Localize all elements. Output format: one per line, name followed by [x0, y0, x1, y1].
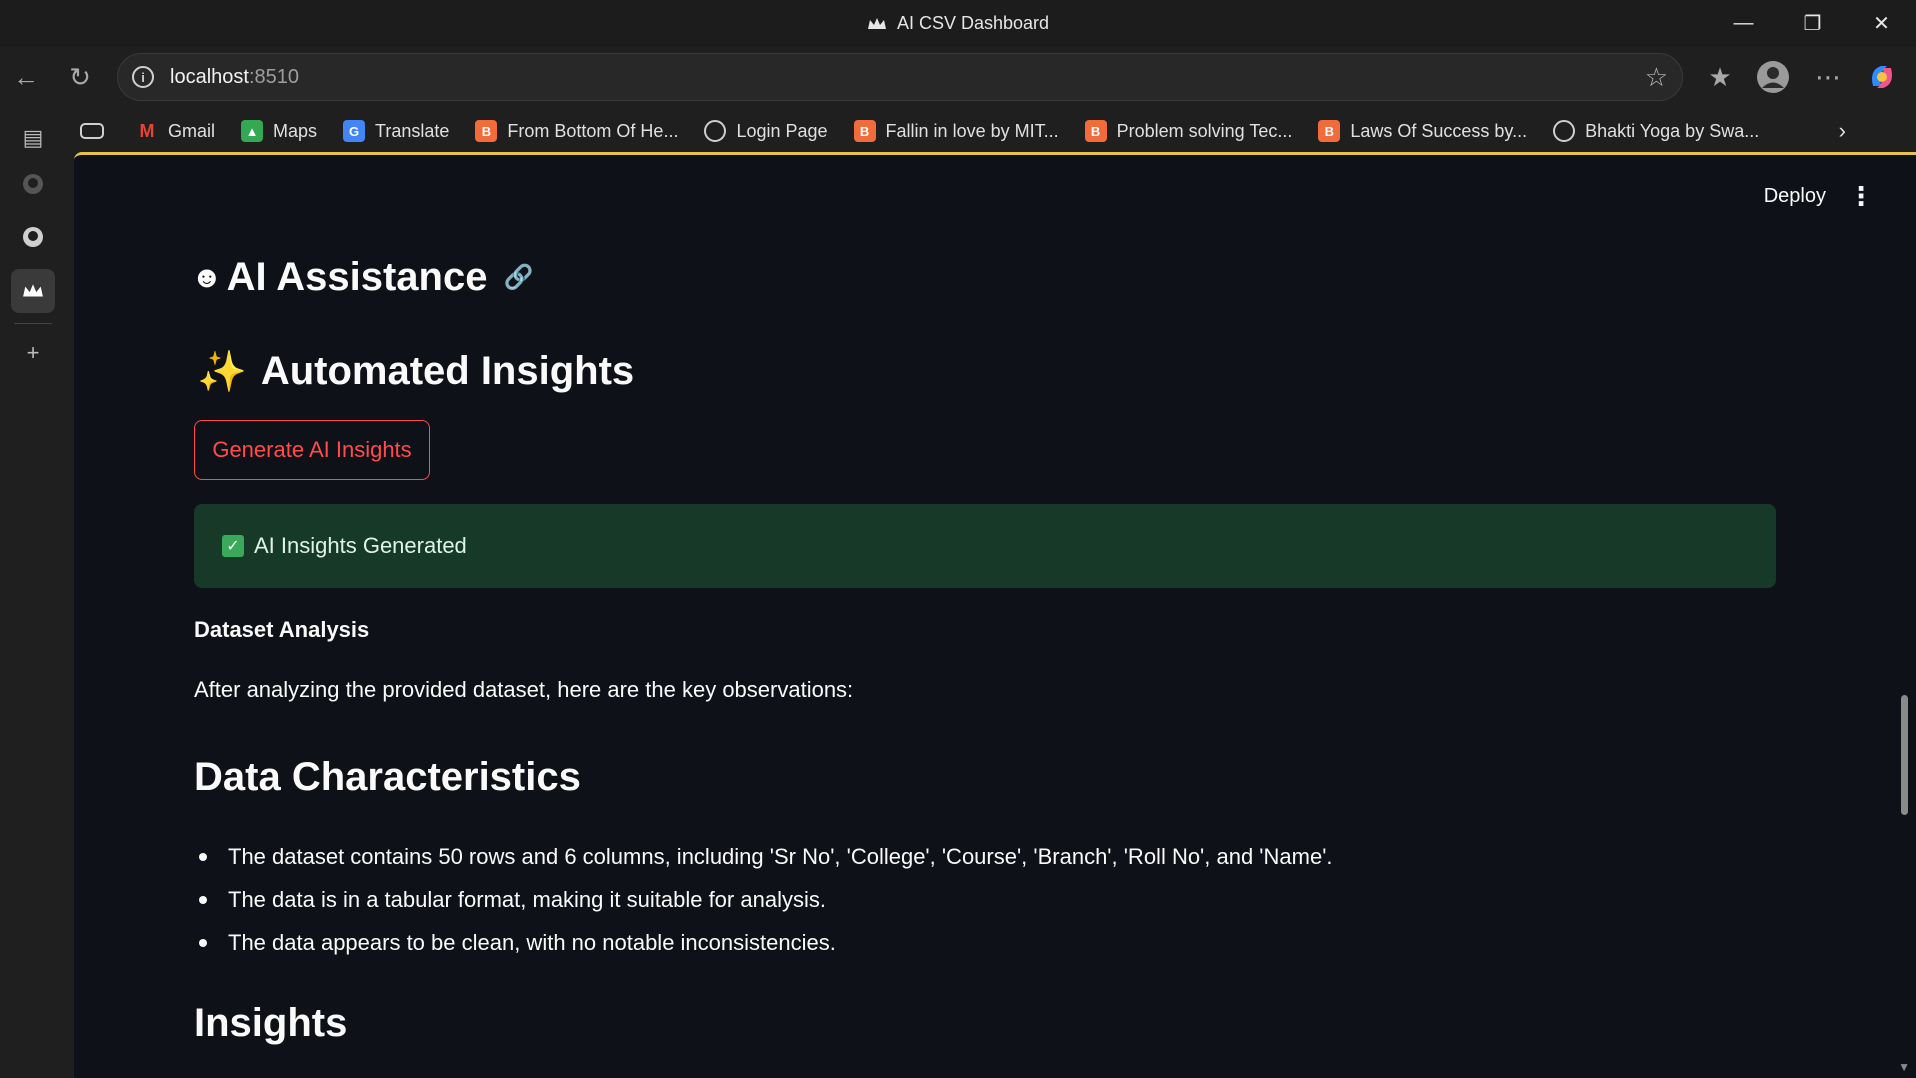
- gmail-icon: M: [139, 120, 155, 141]
- new-tab-icon[interactable]: +: [11, 331, 55, 375]
- data-characteristics-heading: Data Characteristics: [194, 755, 581, 799]
- main-menu-icon[interactable]: ⋮: [1848, 181, 1874, 212]
- deploy-button[interactable]: Deploy: [1764, 185, 1826, 208]
- favorites-icon[interactable]: ★: [1702, 59, 1738, 95]
- blog-icon: B: [1084, 120, 1107, 142]
- favorite-star-icon[interactable]: ☆: [1645, 62, 1668, 93]
- blog-icon: B: [475, 120, 498, 142]
- maps-icon: ▲: [241, 120, 264, 142]
- refresh-icon[interactable]: ↻: [62, 59, 98, 95]
- restore-button[interactable]: ❐: [1778, 0, 1847, 47]
- dataset-analysis-title: Dataset Analysis: [194, 617, 370, 642]
- address-bar[interactable]: i localhost :8510 ☆: [117, 53, 1683, 101]
- bookmark-translate[interactable]: G Translate: [343, 120, 449, 142]
- vertical-tab-strip: ▤ +: [0, 107, 70, 1078]
- copilot-icon[interactable]: [1864, 59, 1900, 95]
- scroll-down-arrow-icon[interactable]: ▼: [1898, 1060, 1910, 1074]
- minimize-button[interactable]: —: [1709, 0, 1778, 47]
- bookmark-problem-solving[interactable]: B Problem solving Tec...: [1084, 120, 1292, 142]
- github-tab-icon-2[interactable]: [11, 215, 55, 259]
- vertical-scrollbar[interactable]: [1901, 695, 1908, 815]
- browser-toolbar: ← ↻ i localhost :8510 ☆ ★ ⋯: [0, 47, 1916, 107]
- list-item: The dataset contains 50 rows and 6 colum…: [199, 835, 1333, 878]
- url-host: localhost: [170, 65, 249, 88]
- intro-text: After analyzing the provided dataset, he…: [194, 677, 854, 702]
- sparkles-icon: ✨: [197, 350, 247, 394]
- data-characteristics-list: The dataset contains 50 rows and 6 colum…: [199, 835, 1333, 964]
- bookmark-login-page[interactable]: Login Page: [704, 120, 828, 142]
- bookmark-maps[interactable]: ▲ Maps: [241, 120, 317, 142]
- check-mark-icon: ✓: [222, 535, 244, 557]
- window-title-text: AI CSV Dashboard: [896, 13, 1050, 33]
- more-options-icon[interactable]: ⋯: [1810, 59, 1846, 95]
- globe-icon: [1553, 120, 1576, 142]
- bookmark-fallin-in-love[interactable]: B Fallin in love by MIT...: [853, 120, 1059, 142]
- window-titlebar: AI CSV Dashboard — ❐ ✕: [0, 0, 1916, 47]
- streamlit-crown-icon: [867, 17, 886, 29]
- success-alert: ✓ AI Insights Generated: [194, 504, 1776, 588]
- back-icon[interactable]: ←: [8, 59, 44, 95]
- bookmarks-bar: M Gmail ▲ Maps G Translate B From Bottom…: [80, 107, 1916, 155]
- tab-actions-icon[interactable]: ▤: [11, 116, 55, 160]
- github-tab-icon[interactable]: [11, 162, 55, 206]
- success-message: AI Insights Generated: [254, 533, 467, 558]
- list-item: The data is in a tabular format, making …: [199, 878, 1333, 921]
- blog-icon: B: [1318, 120, 1341, 142]
- url-port: :8510: [248, 65, 299, 88]
- streamlit-tab-icon[interactable]: [11, 269, 55, 313]
- bookmarks-overflow-chevron-icon[interactable]: ›: [1839, 118, 1846, 144]
- bookmark-gmail[interactable]: M Gmail: [136, 120, 216, 142]
- list-item: The data appears to be clean, with no no…: [199, 921, 1333, 964]
- translate-icon: G: [343, 120, 366, 142]
- window-title: AI CSV Dashboard: [867, 13, 1049, 34]
- app-viewport: Deploy ⋮ ☻ AI Assistance 🔗 ✨ Automated I…: [74, 152, 1916, 1078]
- blog-icon: B: [853, 120, 876, 142]
- globe-icon: [704, 120, 727, 142]
- ai-assistance-heading: ☻ AI Assistance 🔗: [191, 255, 534, 299]
- robot-icon: ☻: [191, 260, 223, 294]
- bookmark-bhakti-yoga[interactable]: Bhakti Yoga by Swa...: [1553, 120, 1759, 142]
- anchor-link-icon[interactable]: 🔗: [503, 263, 533, 292]
- site-info-icon[interactable]: i: [132, 66, 154, 88]
- close-button[interactable]: ✕: [1847, 0, 1916, 47]
- tab-search-icon[interactable]: [80, 123, 104, 139]
- bookmark-from-bottom[interactable]: B From Bottom Of He...: [475, 120, 678, 142]
- automated-insights-heading: ✨ Automated Insights: [197, 349, 635, 394]
- generate-ai-insights-button[interactable]: Generate AI Insights: [194, 420, 430, 480]
- profile-avatar[interactable]: [1755, 59, 1791, 95]
- tab-strip-divider: [14, 323, 52, 324]
- insights-heading: Insights: [194, 1001, 348, 1045]
- bookmark-laws-of-success[interactable]: B Laws Of Success by...: [1318, 120, 1527, 142]
